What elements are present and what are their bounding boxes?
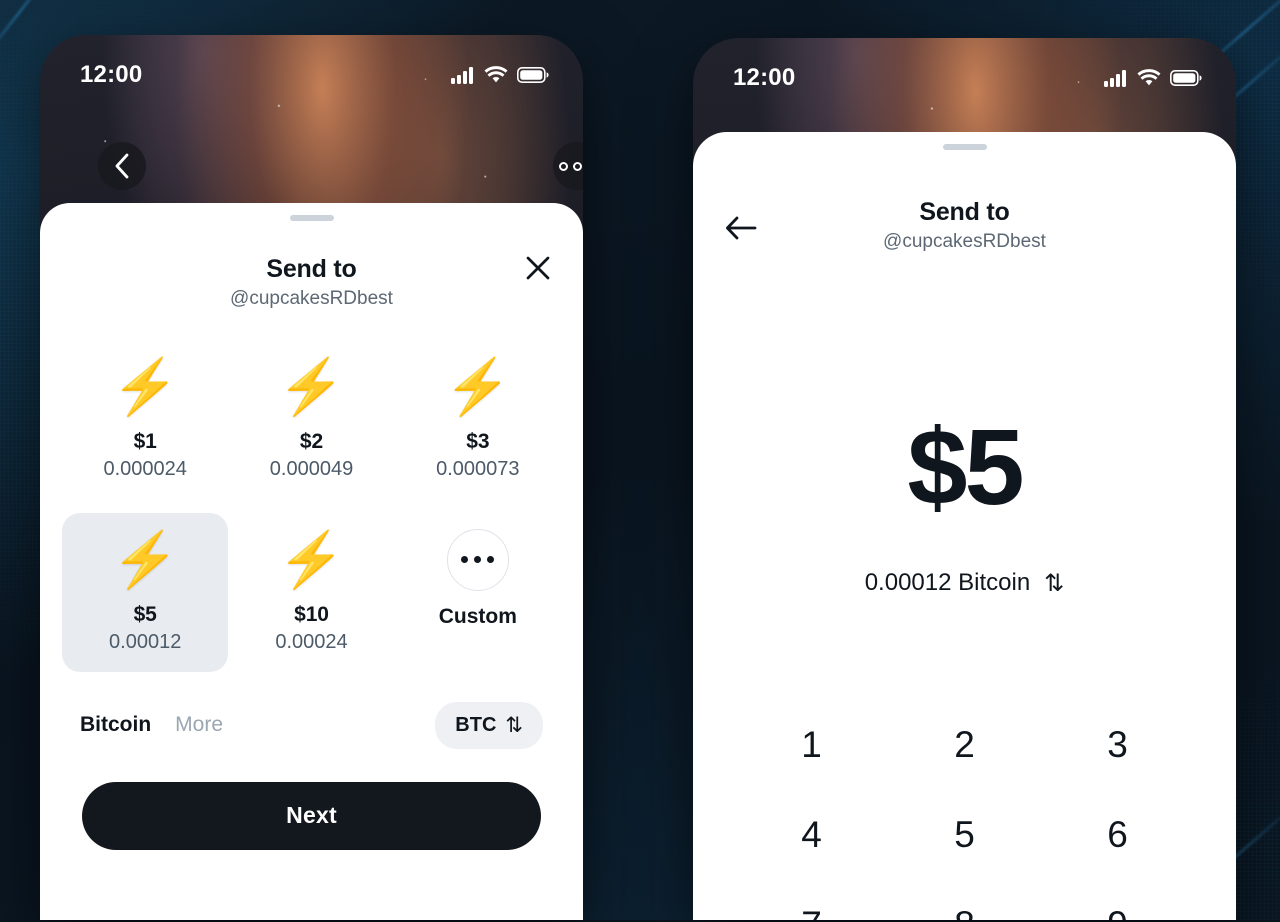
amount-secondary: 0.00012 Bitcoin <box>864 569 1031 597</box>
lightning-bolt-icon: ⚡ <box>444 356 512 417</box>
send-sheet-left: Send to @cupcakesRDbest ⚡ $1 0.000024 ⚡ … <box>40 203 583 920</box>
close-button[interactable] <box>521 251 555 285</box>
amount-secondary-row[interactable]: 0.00012 Bitcoin ⇅ <box>693 569 1236 598</box>
amount-fiat: $10 <box>294 602 329 626</box>
wifi-icon <box>1137 69 1161 86</box>
keypad-key-5[interactable]: 5 <box>888 814 1041 856</box>
back-button[interactable] <box>98 142 146 190</box>
lightning-bolt-icon: ⚡ <box>277 529 346 590</box>
send-sheet-right: Send to @cupcakesRDbest $5 0.00012 Bitco… <box>693 132 1236 920</box>
amount-tile-5-selected[interactable]: ⚡ $5 0.00012 <box>62 512 229 672</box>
page-title: Send to <box>919 198 1010 226</box>
battery-icon <box>517 67 549 83</box>
more-options-icon <box>558 161 584 171</box>
custom-label: Custom <box>438 604 517 628</box>
amount-preset-grid: ⚡ $1 0.000024 ⚡ $2 0.000049 ⚡ $3 0.00007… <box>40 310 583 672</box>
keypad-key-7[interactable]: 7 <box>735 904 888 920</box>
status-time: 12:00 <box>80 61 143 88</box>
unit-toggle-label: BTC <box>455 713 497 736</box>
battery-icon <box>1170 70 1202 86</box>
sheet-header-right: Send to @cupcakesRDbest <box>693 150 1236 253</box>
keypad-key-2[interactable]: 2 <box>888 724 1041 766</box>
amount-btc: 0.000024 <box>103 457 187 480</box>
lightning-bolt-icon: ⚡ <box>111 356 179 417</box>
keypad-key-8[interactable]: 8 <box>888 904 1041 920</box>
ellipsis-icon <box>446 528 509 591</box>
chevron-left-icon <box>115 153 129 179</box>
recipient-handle: @cupcakesRDbest <box>230 287 393 309</box>
status-time: 12:00 <box>733 64 796 91</box>
currency-row: Bitcoin More BTC ⇅ <box>40 672 583 749</box>
numeric-keypad: 1 2 3 4 5 6 7 8 9 <box>693 724 1236 920</box>
amount-tile-3[interactable]: ⚡ $3 0.000073 <box>395 340 561 499</box>
amount-fiat: $1 <box>133 429 157 453</box>
amount-fiat: $2 <box>299 429 324 453</box>
page-title: Send to <box>266 255 357 283</box>
cellular-signal-icon <box>451 66 473 84</box>
lightning-bolt-icon: ⚡ <box>111 529 179 590</box>
phone-mockup-right: 12:00 Send to @cupcakesRDbest $5 0.00012… <box>693 38 1236 920</box>
sheet-header-left: Send to @cupcakesRDbest <box>40 221 583 310</box>
amount-fiat: $3 <box>466 429 490 453</box>
status-icons <box>451 66 549 84</box>
swap-vertical-icon: ⇅ <box>1044 569 1065 597</box>
keypad-key-4[interactable]: 4 <box>735 814 888 856</box>
amount-btc: 0.00012 <box>109 630 182 653</box>
amount-tile-10[interactable]: ⚡ $10 0.00024 <box>228 513 394 672</box>
amount-btc: 0.000049 <box>269 457 354 480</box>
amount-tile-2[interactable]: ⚡ $2 0.000049 <box>228 340 394 499</box>
close-icon <box>526 256 550 280</box>
arrow-left-icon <box>726 216 757 240</box>
wifi-icon <box>484 66 508 83</box>
unit-toggle-button[interactable]: BTC ⇅ <box>435 701 543 749</box>
amount-btc: 0.00024 <box>275 630 348 653</box>
amount-tile-custom[interactable]: Custom <box>395 513 561 672</box>
swap-vertical-icon: ⇅ <box>505 713 523 737</box>
amount-tile-1[interactable]: ⚡ $1 0.000024 <box>62 340 228 499</box>
status-bar-left: 12:00 <box>40 35 583 97</box>
lightning-bolt-icon: ⚡ <box>277 356 346 417</box>
cellular-signal-icon <box>1104 69 1126 87</box>
amount-fiat: $5 <box>133 602 157 626</box>
keypad-key-3[interactable]: 3 <box>1041 724 1194 766</box>
recipient-handle: @cupcakesRDbest <box>883 230 1046 252</box>
back-button[interactable] <box>723 210 759 246</box>
next-button[interactable]: Next <box>82 781 541 850</box>
currency-more-link[interactable]: More <box>175 713 223 737</box>
phone-mockup-left: 12:00 Send to @cupcakesRDbest ⚡ $1 0.000… <box>40 35 583 920</box>
keypad-key-1[interactable]: 1 <box>735 724 888 766</box>
currency-primary[interactable]: Bitcoin <box>80 713 151 737</box>
status-bar-right: 12:00 <box>693 38 1236 100</box>
keypad-key-6[interactable]: 6 <box>1041 814 1194 856</box>
amount-display: $5 <box>907 405 1024 527</box>
status-icons <box>1104 69 1202 87</box>
keypad-key-9[interactable]: 9 <box>1041 904 1194 920</box>
amount-btc: 0.000073 <box>436 457 520 480</box>
